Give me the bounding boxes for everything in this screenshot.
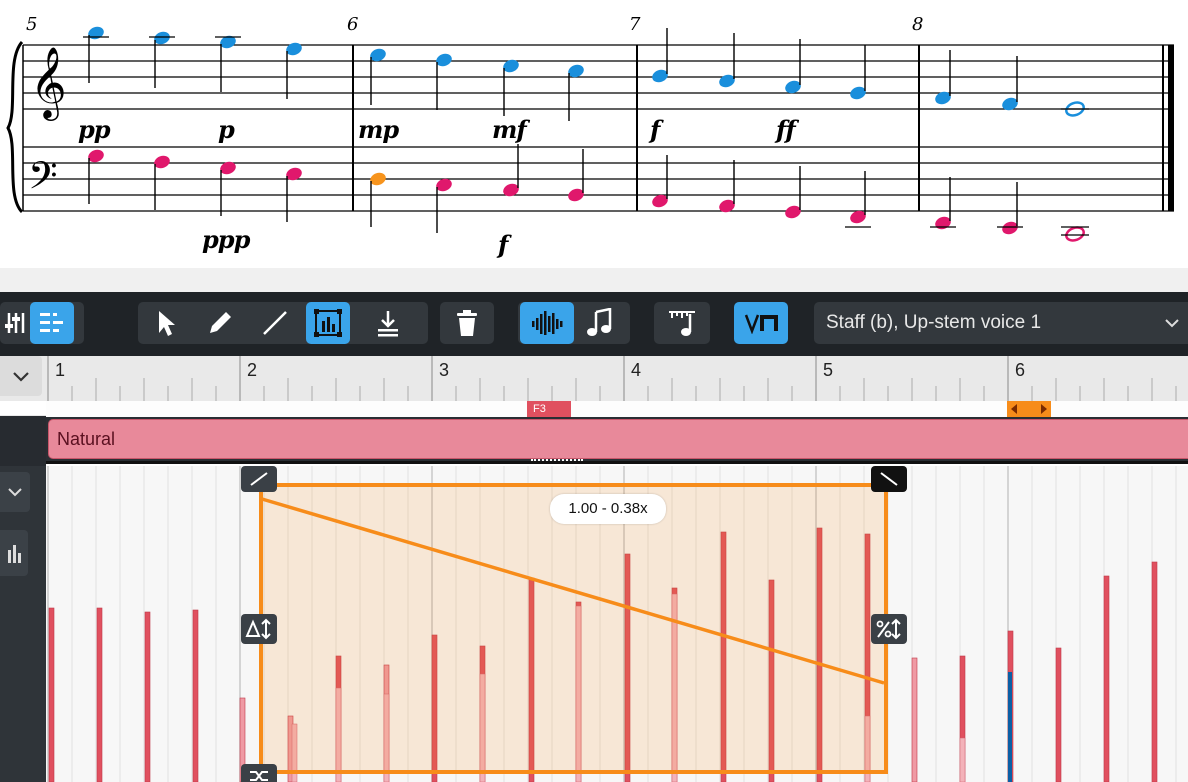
selected-event-handle[interactable]: [1007, 401, 1051, 417]
transform-tool-icon[interactable]: [306, 302, 350, 344]
tilt-right-handle[interactable]: [871, 466, 907, 492]
technique-region-natural[interactable]: Natural: [48, 419, 1188, 459]
percent-updown-icon: [876, 618, 901, 640]
lane-header-panel: [0, 356, 46, 782]
bass-note[interactable]: [1064, 225, 1085, 242]
dynamic-ff[interactable]: ff: [776, 115, 796, 144]
panel-divider: [0, 268, 1188, 292]
bar-number-6: 6: [347, 14, 359, 35]
shift-handle[interactable]: [241, 614, 277, 644]
velocity-bar[interactable]: [1151, 561, 1158, 782]
tilt-right-icon: [880, 472, 898, 486]
velocity-lane-collapse-button[interactable]: [0, 472, 30, 512]
lane-list-toggle[interactable]: [30, 302, 74, 344]
ruler-bar-6: 6: [1015, 360, 1026, 380]
ruler-bar-2: 2: [247, 360, 258, 380]
chevron-down-icon: [8, 488, 22, 497]
insert-tool-icon[interactable]: [366, 302, 410, 344]
dynamic-ppp[interactable]: ppp: [202, 225, 250, 254]
velocity-bar[interactable]: [192, 609, 199, 782]
voice-selector-label: Staff (b), Up-stem voice 1: [826, 312, 1042, 333]
shuffle-icon: [250, 771, 268, 781]
velocity-bar-selected[interactable]: [1008, 672, 1012, 782]
svg-text:𝄢: 𝄢: [28, 153, 58, 207]
scale-readout: 1.00 - 0.38x: [550, 494, 666, 524]
dynamic-p[interactable]: p: [218, 115, 235, 144]
dynamic-f[interactable]: f: [650, 115, 660, 144]
voice-toggle-icon[interactable]: [734, 302, 788, 344]
ruler-collapse-button[interactable]: [0, 356, 42, 396]
dynamic-pp[interactable]: pp: [78, 115, 111, 144]
scale-handle[interactable]: [871, 614, 907, 644]
velocity-bar[interactable]: [96, 607, 103, 782]
draw-tool-icon[interactable]: [198, 302, 242, 344]
score-view[interactable]: 𝄞 𝄢 5 6 7 8 pp p mp mf f ff ppp f: [0, 0, 1188, 268]
key-editor-toolbar: Staff (b), Up-stem voice 1: [0, 292, 1188, 356]
playing-technique-lane[interactable]: F3 Natural: [46, 401, 1188, 464]
chevron-down-icon: [1165, 319, 1179, 328]
notation-staves[interactable]: 𝄞 𝄢: [0, 0, 1188, 268]
line-tool-icon[interactable]: [253, 302, 297, 344]
velocity-bar[interactable]: [1103, 575, 1110, 782]
tilt-left-handle[interactable]: [241, 466, 277, 492]
lane-type-button[interactable]: [0, 530, 28, 576]
select-tool-icon[interactable]: [144, 302, 188, 344]
velocity-lane[interactable]: 1.00 - 0.38x: [46, 466, 1188, 782]
dynamic-mf[interactable]: mf: [492, 115, 527, 144]
velocity-bar-secondary[interactable]: [959, 737, 966, 782]
randomize-handle[interactable]: [241, 764, 277, 782]
velocity-lane-icon: [8, 545, 21, 563]
bar-number-8: 8: [912, 14, 924, 35]
dynamic-mp[interactable]: mp: [358, 115, 399, 144]
chevron-down-icon: [13, 372, 29, 382]
technique-label: Natural: [57, 429, 116, 449]
velocity-bar[interactable]: [48, 607, 55, 782]
bar-number-5: 5: [26, 14, 38, 35]
voice-selector[interactable]: Staff (b), Up-stem voice 1: [814, 302, 1188, 344]
timeline-ruler[interactable]: 1 2 3 4 5 6: [46, 356, 1188, 401]
dynamic-f-bass[interactable]: f: [498, 230, 508, 259]
scale-readout-text: 1.00 - 0.38x: [568, 500, 648, 517]
velocity-bar[interactable]: [1055, 647, 1062, 782]
velocity-view-icon[interactable]: [520, 302, 574, 344]
velocity-bar[interactable]: [144, 611, 151, 782]
bar-number-7: 7: [629, 14, 641, 35]
tilt-left-icon: [250, 472, 268, 486]
ruler-bar-3: 3: [439, 360, 450, 380]
velocity-bar[interactable]: [911, 657, 918, 782]
pitch-marker-label: F3: [533, 403, 546, 415]
velocity-selection-box[interactable]: [259, 483, 888, 774]
svg-text:𝄞: 𝄞: [30, 45, 67, 121]
trash-icon[interactable]: [445, 302, 489, 344]
ruler-note-icon[interactable]: [660, 302, 704, 344]
ruler-bar-1: 1: [55, 360, 66, 380]
ruler-bar-5: 5: [823, 360, 834, 380]
delta-updown-icon: [245, 618, 271, 640]
note-view-icon[interactable]: [578, 302, 622, 344]
pitch-marker[interactable]: F3: [527, 401, 571, 417]
ruler-bar-4: 4: [631, 360, 642, 380]
resize-arrows-icon: [1011, 404, 1047, 414]
